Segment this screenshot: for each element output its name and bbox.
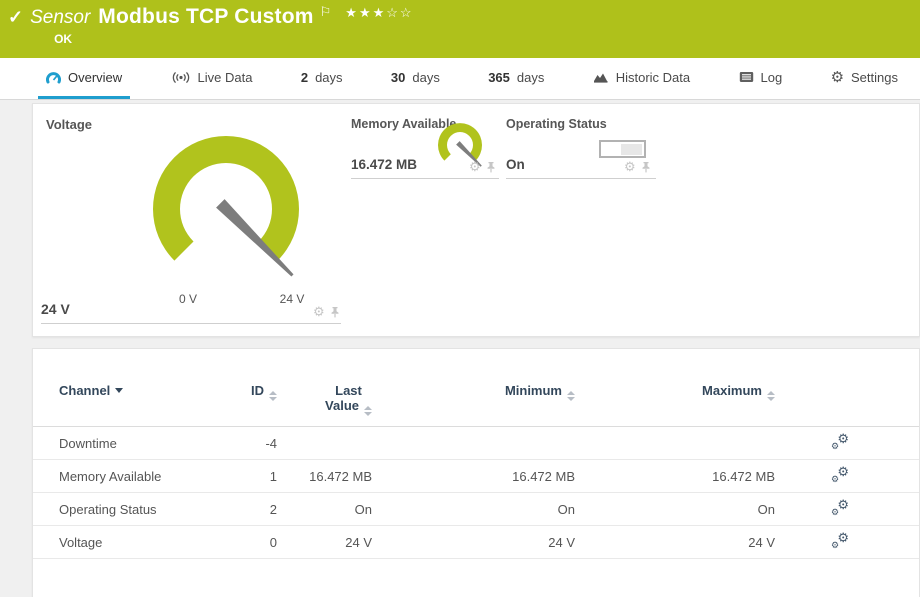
edit-channel-gears-icon[interactable]: ⚙⚙: [831, 433, 849, 451]
voltage-scale-max: 24 V: [267, 292, 317, 306]
voltage-gauge: [121, 106, 335, 306]
voltage-gauge-tools: ⚙: [313, 305, 340, 318]
channel-last-value: 24 V: [277, 535, 372, 550]
tab-overview[interactable]: Overview: [38, 58, 130, 99]
channels-table-panel: Channel ID Last Value Minimum Maximum Do…: [32, 348, 920, 597]
edit-channel-gears-icon[interactable]: ⚙⚙: [831, 499, 849, 517]
tab-settings[interactable]: ⚙ Settings: [823, 58, 906, 99]
operating-status-value: On: [506, 157, 525, 172]
channel-name: Voltage: [59, 535, 207, 550]
memory-gauge-tools: ⚙: [469, 160, 496, 173]
channel-maximum: On: [575, 502, 775, 517]
divider: [506, 178, 656, 179]
tab-label: Live Data: [198, 70, 253, 85]
tab-label: days: [517, 70, 544, 85]
status-badge: OK: [54, 32, 413, 46]
object-kind-label: Sensor: [30, 7, 90, 29]
table-header-row: Channel ID Last Value Minimum Maximum: [33, 383, 919, 427]
tab-number: 30: [391, 70, 405, 85]
channel-id: -4: [207, 436, 277, 451]
pin-icon[interactable]: [330, 306, 340, 318]
channel-minimum: On: [372, 502, 575, 517]
priority-stars[interactable]: ★★★☆☆: [345, 5, 413, 21]
channels-table: Channel ID Last Value Minimum Maximum Do…: [33, 349, 919, 559]
channel-name: Operating Status: [59, 502, 207, 517]
tab-label: Historic Data: [616, 70, 690, 85]
voltage-value: 24 V: [41, 301, 70, 317]
log-list-icon: [739, 71, 754, 83]
sort-arrows-icon: [269, 391, 277, 401]
status-check-icon: ✓: [8, 5, 23, 29]
operating-status-tools: ⚙: [624, 160, 651, 173]
gauge-settings-gear-icon[interactable]: ⚙: [313, 305, 325, 318]
operating-status-title: Operating Status: [506, 117, 607, 131]
channel-name: Downtime: [59, 436, 207, 451]
tab-30-days[interactable]: 30 days: [383, 58, 448, 99]
tab-number: 2: [301, 70, 308, 85]
tab-label: Settings: [851, 70, 898, 85]
gear-icon: ⚙: [831, 70, 844, 85]
channel-minimum: 16.472 MB: [372, 469, 575, 484]
channel-id: 1: [207, 469, 277, 484]
sort-arrows-icon: [567, 391, 575, 401]
column-header-label: Value: [325, 398, 359, 413]
tab-bar: Overview Live Data 2 days 30 days 365 da…: [0, 58, 920, 100]
operating-status-switch[interactable]: [599, 140, 646, 158]
gauges-panel: Voltage 0 V 24 V 24 V ⚙ Memory Available…: [32, 103, 920, 337]
tab-label: days: [315, 70, 342, 85]
channel-name: Memory Available: [59, 469, 207, 484]
table-row: Memory Available 1 16.472 MB 16.472 MB 1…: [33, 460, 919, 493]
sort-arrows-icon: [364, 406, 372, 416]
tab-log[interactable]: Log: [731, 58, 791, 99]
sort-arrows-icon: [767, 391, 775, 401]
channel-id: 2: [207, 502, 277, 517]
pin-icon[interactable]: [641, 161, 651, 173]
tab-label: days: [412, 70, 439, 85]
column-header-label: Channel: [59, 383, 110, 398]
sensor-header: ✓ Sensor Modbus TCP Custom ⚐ ★★★☆☆ OK: [0, 0, 920, 58]
tab-label: Overview: [68, 70, 122, 85]
memory-value: 16.472 MB: [351, 157, 417, 172]
column-header-label: ID: [251, 383, 264, 398]
gauge-settings-gear-icon[interactable]: ⚙: [469, 160, 481, 173]
channel-last-value: On: [277, 502, 372, 517]
divider: [351, 178, 499, 179]
column-header-label: Last: [335, 383, 362, 398]
area-chart-icon: [593, 71, 609, 83]
edit-channel-gears-icon[interactable]: ⚙⚙: [831, 532, 849, 550]
column-header-channel[interactable]: Channel: [59, 383, 207, 398]
table-row: Downtime -4 ⚙⚙: [33, 427, 919, 460]
tab-live-data[interactable]: Live Data: [163, 58, 261, 99]
column-header-label: Maximum: [702, 383, 762, 398]
column-header-last-value[interactable]: Last Value: [277, 383, 372, 416]
channel-maximum: 24 V: [575, 535, 775, 550]
channel-maximum: 16.472 MB: [575, 469, 775, 484]
voltage-scale-min: 0 V: [163, 292, 213, 306]
tab-365-days[interactable]: 365 days: [480, 58, 552, 99]
channel-id: 0: [207, 535, 277, 550]
page-title: Modbus TCP Custom: [98, 5, 313, 29]
column-header-label: Minimum: [505, 383, 562, 398]
column-header-id[interactable]: ID: [207, 383, 277, 401]
sort-caret-down-icon: [115, 388, 123, 393]
column-header-maximum[interactable]: Maximum: [575, 383, 775, 401]
table-row: Operating Status 2 On On On ⚙⚙: [33, 493, 919, 526]
priority-flag-icon[interactable]: ⚐: [320, 5, 332, 19]
edit-channel-gears-icon[interactable]: ⚙⚙: [831, 466, 849, 484]
tab-label: Log: [761, 70, 783, 85]
gauge-icon: [46, 71, 61, 84]
table-row: Voltage 0 24 V 24 V 24 V ⚙⚙: [33, 526, 919, 559]
gauge-settings-gear-icon[interactable]: ⚙: [624, 160, 636, 173]
divider: [41, 323, 341, 324]
channel-last-value: 16.472 MB: [277, 469, 372, 484]
channel-minimum: 24 V: [372, 535, 575, 550]
column-header-minimum[interactable]: Minimum: [372, 383, 575, 401]
tab-number: 365: [488, 70, 510, 85]
pin-icon[interactable]: [486, 161, 496, 173]
voltage-gauge-title: Voltage: [46, 117, 92, 132]
switch-knob: [621, 144, 642, 155]
broadcast-icon: [171, 71, 191, 84]
tab-2-days[interactable]: 2 days: [293, 58, 351, 99]
tab-historic-data[interactable]: Historic Data: [585, 58, 698, 99]
